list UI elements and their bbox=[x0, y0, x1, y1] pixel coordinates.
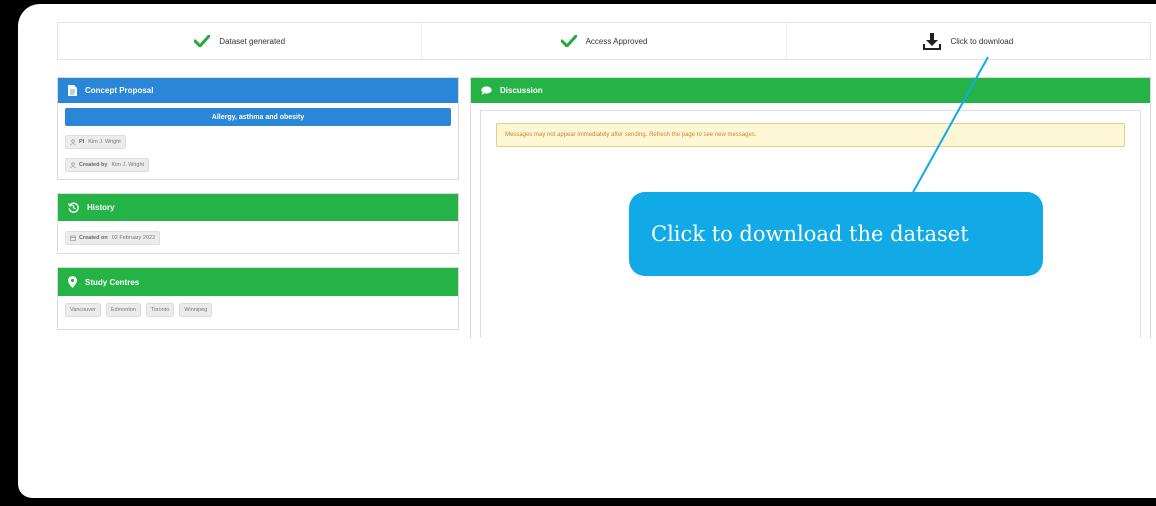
download-callout: Click to download the dataset bbox=[629, 192, 1043, 276]
